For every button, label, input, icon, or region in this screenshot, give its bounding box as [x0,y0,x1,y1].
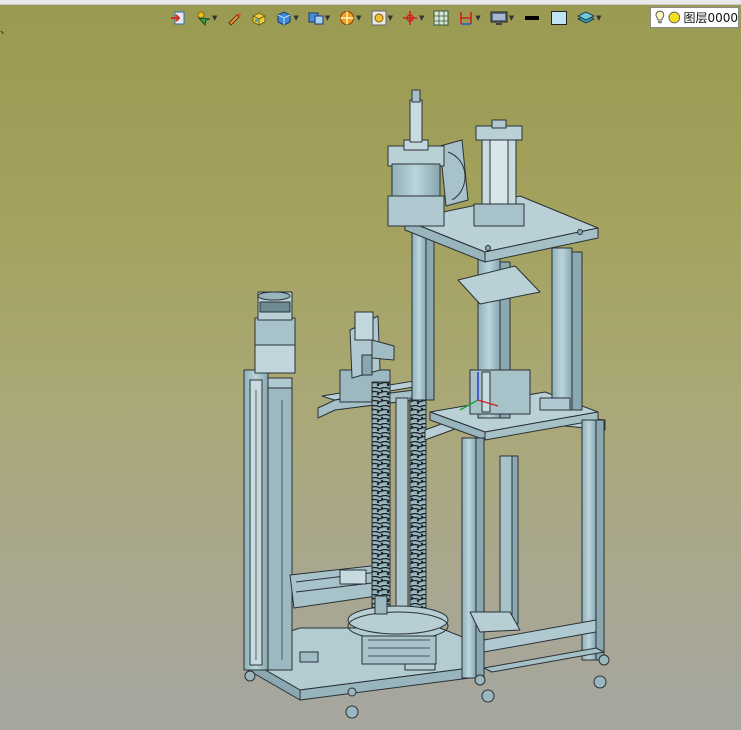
secondary-air-cylinder [473,119,525,227]
chevron-down-icon: ▼ [293,13,299,22]
layer-stack-icon [577,11,596,24]
exit-sketch-icon [171,11,185,25]
dimension-icon [460,12,473,25]
fill-color-button[interactable] [548,8,570,28]
grid-button[interactable] [431,8,451,28]
line-color-button[interactable] [521,8,543,28]
chevron-down-icon: ▼ [212,13,218,22]
dimension-button[interactable]: ▼ [456,8,482,28]
display-style-icon [308,12,324,25]
line-color-icon [525,16,540,20]
coordinate-axis-icon [402,11,417,25]
chevron-down-icon: ▼ [324,13,331,22]
chevron-down-icon: ▼ [387,13,393,22]
display-style-button[interactable]: ▼ [306,8,332,28]
pencil-icon [228,13,242,26]
chevron-down-icon: ▼ [418,13,425,22]
chevron-down-icon: ▼ [508,13,515,22]
view-cube-icon [277,11,291,26]
grid-icon [433,10,449,26]
layer-color-dot-icon[interactable] [668,11,681,24]
window-top-edge [0,0,741,5]
main-air-cylinder [387,89,469,227]
view-toolbar: ▼ ▼ ▼ ▼ ▼ ▼ ▼ ▼ ▼ [168,7,609,29]
select-filter-icon [197,11,211,26]
layer-name: 图层0000 [683,11,738,25]
lightbulb-icon[interactable] [655,10,665,25]
monitor-icon [490,11,508,25]
rotary-disk [347,595,449,665]
spring-columns [371,381,427,629]
coordinate-axis-button[interactable]: ▼ [400,8,426,28]
fill-color-icon [551,11,568,25]
part-icon [252,12,266,26]
exit-sketch-button[interactable] [168,8,188,28]
layer-selector[interactable]: 图层0000 [650,7,739,28]
left-linear-column [243,291,296,671]
view-settings-button[interactable]: ▼ [369,8,395,28]
view-cube-button[interactable]: ▼ [274,8,300,28]
model-viewport[interactable] [0,30,741,730]
chevron-down-icon: ▼ [596,13,602,22]
lower-slide [289,564,385,609]
section-view-icon [340,11,355,25]
chevron-down-icon: ▼ [356,13,362,22]
chevron-down-icon: ▼ [475,13,481,22]
pencil-button[interactable] [224,8,244,28]
select-filter-button[interactable]: ▼ [193,8,219,28]
monitor-button[interactable]: ▼ [488,8,516,28]
layer-stack-button[interactable]: ▼ [575,8,603,28]
part-button[interactable] [249,8,269,28]
view-settings-icon [371,10,387,26]
section-view-button[interactable]: ▼ [337,8,363,28]
